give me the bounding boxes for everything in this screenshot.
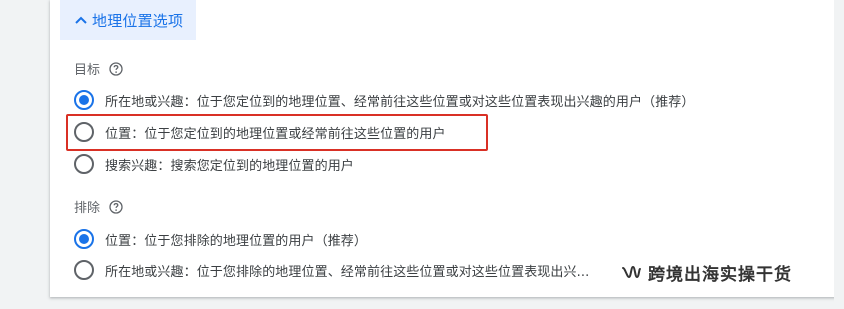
target-option-search-interest[interactable]: 搜索兴趣：搜索您定位到的地理位置的用户	[74, 153, 354, 175]
target-option-presence[interactable]: 位置：位于您定位到的地理位置或经常前往这些位置的用户	[74, 121, 446, 143]
option-label: 搜索兴趣：搜索您定位到的地理位置的用户	[105, 158, 354, 174]
exclude-option-presence[interactable]: 位置：位于您排除的地理位置的用户（推荐）	[74, 228, 367, 250]
exclude-group-label: 排除	[74, 197, 123, 216]
option-label: 位置：位于您排除的地理位置的用户（推荐）	[105, 233, 368, 249]
option-label: 位置：位于您定位到的地理位置或经常前往这些位置的用户	[105, 126, 446, 142]
radio-button[interactable]	[74, 154, 94, 174]
chevron-up-icon[interactable]	[70, 10, 92, 30]
option-label: 所在地或兴趣：位于您定位到的地理位置、经常前往这些位置或对这些位置表现出兴趣的用…	[105, 94, 695, 110]
help-circle-icon[interactable]	[109, 61, 123, 76]
target-label: 目标	[74, 63, 101, 78]
radio-button[interactable]	[74, 260, 94, 280]
help-circle-icon[interactable]	[109, 199, 123, 214]
radio-button[interactable]	[74, 229, 94, 249]
radio-button[interactable]	[74, 122, 94, 142]
target-option-presence-or-interest[interactable]: 所在地或兴趣：位于您定位到的地理位置、经常前往这些位置或对这些位置表现出兴趣的用…	[74, 89, 695, 111]
option-label: 所在地或兴趣：位于您排除的地理位置、经常前往这些位置或对这些位置表现出兴...	[105, 264, 590, 280]
exclude-label: 排除	[74, 201, 101, 216]
radio-button[interactable]	[74, 90, 94, 110]
exclude-option-presence-or-interest[interactable]: 所在地或兴趣：位于您排除的地理位置、经常前往这些位置或对这些位置表现出兴...	[74, 259, 589, 281]
section-title: 地理位置选项	[92, 11, 184, 30]
target-group-label: 目标	[74, 59, 123, 78]
geo-options-section-header[interactable]: 地理位置选项	[60, 0, 196, 40]
page-edge	[834, 0, 844, 309]
geo-options-card	[50, 0, 844, 297]
